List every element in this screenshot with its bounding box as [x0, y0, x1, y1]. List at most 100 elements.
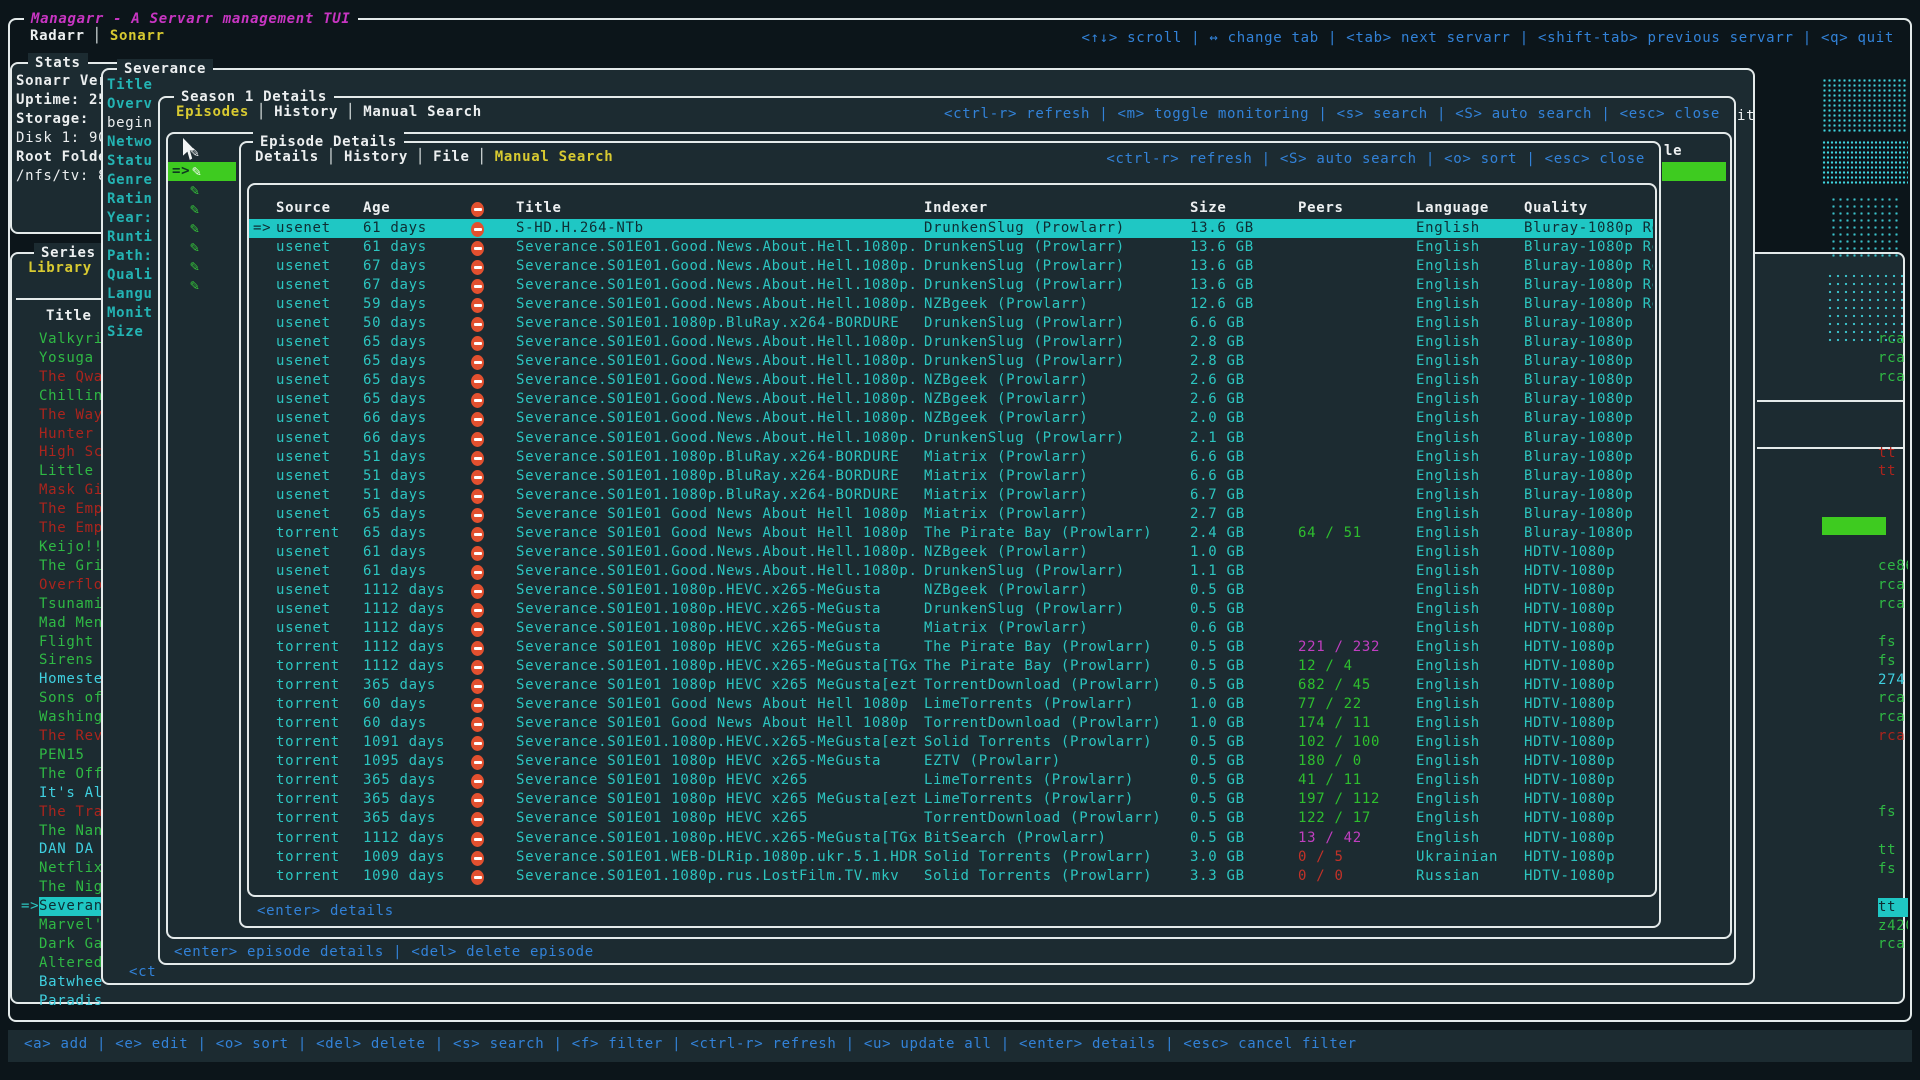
- release-row[interactable]: torrent1095 daysSeverance S01E01 1080p H…: [249, 752, 1653, 771]
- reject-icon: [471, 508, 484, 523]
- tab-season-history[interactable]: History: [274, 104, 338, 120]
- clipped-text-fragment: tt: [1878, 841, 1908, 860]
- peers-value: 0 / 5: [1298, 849, 1344, 865]
- clipped-text-fragment: tt: [1878, 444, 1908, 463]
- stats-panel-title: Stats: [28, 53, 88, 73]
- reject-icon: [471, 698, 484, 713]
- tab-details[interactable]: Details: [255, 149, 319, 165]
- clipped-border-line: [1757, 400, 1903, 402]
- season-footer-keybinds: <enter> episode details | <del> delete e…: [174, 944, 594, 960]
- release-row[interactable]: usenet67 daysSeverance.S01E01.Good.News.…: [249, 276, 1653, 295]
- reject-icon: [471, 793, 484, 808]
- reject-icon: [471, 546, 484, 561]
- column-header: Peers: [1298, 199, 1416, 218]
- tab-episodes[interactable]: Episodes: [176, 104, 249, 120]
- peers-value: 77 / 22: [1298, 696, 1362, 712]
- tab-sonarr[interactable]: Sonarr: [110, 28, 165, 44]
- release-row[interactable]: usenet51 daysSeverance.S01E01.1080p.BluR…: [249, 486, 1653, 505]
- release-row[interactable]: torrent365 daysSeverance S01E01 1080p HE…: [249, 771, 1653, 790]
- clipped-text-fragment: tt: [1878, 462, 1908, 481]
- release-row[interactable]: usenet65 daysSeverance.S01E01.Good.News.…: [249, 390, 1653, 409]
- tab-separator: │: [338, 104, 363, 120]
- selected-episode-row[interactable]: => ✎: [168, 162, 236, 181]
- tab-library[interactable]: Library: [28, 260, 92, 276]
- release-row[interactable]: usenet59 daysSeverance.S01E01.Good.News.…: [249, 295, 1653, 314]
- tab-episode-history[interactable]: History: [344, 149, 408, 165]
- tab-season-manual-search[interactable]: Manual Search: [363, 104, 482, 120]
- severance-field-label: Runti: [107, 228, 153, 247]
- peers-value: 180 / 0: [1298, 753, 1362, 769]
- tab-file[interactable]: File: [433, 149, 470, 165]
- release-row[interactable]: torrent1112 daysSeverance S01E01 1080p H…: [249, 638, 1653, 657]
- release-row[interactable]: torrent1091 daysSeverance.S01E01.1080p.H…: [249, 733, 1653, 752]
- release-row[interactable]: usenet65 daysSeverance.S01E01.Good.News.…: [249, 352, 1653, 371]
- release-row[interactable]: usenet65 daysSeverance.S01E01.Good.News.…: [249, 333, 1653, 352]
- severance-clipped-text: it: [1737, 108, 1755, 124]
- clipped-text-fragment: 274: [1878, 671, 1908, 690]
- release-row[interactable]: usenet51 daysSeverance.S01E01.1080p.BluR…: [249, 448, 1653, 467]
- release-row[interactable]: usenet67 daysSeverance.S01E01.Good.News.…: [249, 257, 1653, 276]
- release-row[interactable]: usenet51 daysSeverance.S01E01.1080p.BluR…: [249, 467, 1653, 486]
- season-tabs: Episodes│History│Manual Search: [176, 104, 482, 120]
- season-keybinds-hint: <ctrl-r> refresh | <m> toggle monitoring…: [944, 106, 1720, 122]
- release-row[interactable]: torrent365 daysSeverance S01E01 1080p HE…: [249, 809, 1653, 828]
- release-row[interactable]: torrent1009 daysSeverance.S01E01.WEB-DLR…: [249, 848, 1653, 867]
- tab-separator: │: [319, 149, 344, 165]
- severance-field-label: Quali: [107, 266, 153, 285]
- reject-icon: [471, 584, 484, 599]
- release-row[interactable]: usenet61 daysSeverance.S01E01.Good.News.…: [249, 543, 1653, 562]
- release-row[interactable]: torrent1112 daysSeverance.S01E01.1080p.H…: [249, 657, 1653, 676]
- clipped-text-fragment: rca: [1878, 708, 1908, 727]
- reject-icon: [471, 317, 484, 332]
- search-results-rows: =>usenet61 daysS-HD.H.264-NTbDrunkenSlug…: [249, 219, 1653, 886]
- peers-value: 13 / 42: [1298, 830, 1362, 846]
- release-row[interactable]: usenet65 daysSeverance S01E01 Good News …: [249, 505, 1653, 524]
- reject-icon: [471, 755, 484, 770]
- clipped-text-fragment: rca: [1878, 935, 1908, 954]
- release-row[interactable]: usenet1112 daysSeverance.S01E01.1080p.HE…: [249, 581, 1653, 600]
- reject-icon: [471, 774, 484, 789]
- release-row[interactable]: torrent1112 daysSeverance.S01E01.1080p.H…: [249, 829, 1653, 848]
- release-row[interactable]: usenet1112 daysSeverance.S01E01.1080p.HE…: [249, 600, 1653, 619]
- release-row[interactable]: usenet66 daysSeverance.S01E01.Good.News.…: [249, 429, 1653, 448]
- clipped-text-fragment: fs: [1878, 633, 1908, 652]
- stat-line: Disk 1: 90: [16, 129, 107, 148]
- release-row[interactable]: usenet66 daysSeverance.S01E01.Good.News.…: [249, 409, 1653, 428]
- peers-value: 0 / 0: [1298, 868, 1344, 884]
- release-row[interactable]: =>usenet61 daysS-HD.H.264-NTbDrunkenSlug…: [249, 219, 1653, 238]
- peers-value: 64 / 51: [1298, 525, 1362, 541]
- release-row[interactable]: usenet50 daysSeverance.S01E01.1080p.BluR…: [249, 314, 1653, 333]
- column-header: Indexer: [924, 199, 1190, 218]
- release-row[interactable]: torrent60 daysSeverance S01E01 Good News…: [249, 714, 1653, 733]
- release-row[interactable]: torrent1090 daysSeverance.S01E01.1080p.r…: [249, 867, 1653, 886]
- reject-icon: [471, 736, 484, 751]
- severance-field-label: Statu: [107, 152, 153, 171]
- peers-value: 221 / 232: [1298, 639, 1380, 655]
- release-row[interactable]: usenet61 daysSeverance.S01E01.Good.News.…: [249, 562, 1653, 581]
- reject-icon: [471, 527, 484, 542]
- series-item[interactable]: Paradis: [12, 992, 126, 1011]
- release-row[interactable]: usenet61 daysSeverance.S01E01.Good.News.…: [249, 238, 1653, 257]
- tab-radarr[interactable]: Radarr: [30, 28, 85, 44]
- tab-manual-search[interactable]: Manual Search: [495, 149, 614, 165]
- reject-icon: [471, 565, 484, 580]
- release-row[interactable]: usenet1112 daysSeverance.S01E01.1080p.HE…: [249, 619, 1653, 638]
- reject-icon: [471, 393, 484, 408]
- library-keybinds-hint: <a> add | <e> edit | <o> sort | <del> de…: [24, 1036, 1357, 1052]
- reject-icon: [471, 241, 484, 256]
- tab-separator: │: [85, 28, 110, 44]
- clipped-text-fragment: rca: [1878, 349, 1908, 368]
- release-row[interactable]: torrent65 daysSeverance S01E01 Good News…: [249, 524, 1653, 543]
- reject-icon: [471, 660, 484, 675]
- release-row[interactable]: torrent60 daysSeverance S01E01 Good News…: [249, 695, 1653, 714]
- reject-icon: [471, 298, 484, 313]
- release-row[interactable]: torrent365 daysSeverance S01E01 1080p HE…: [249, 676, 1653, 695]
- clipped-text-fragment: fs: [1878, 652, 1908, 671]
- episode-tabs: Details│History│File│Manual Search: [255, 149, 613, 165]
- peers-value: 12 / 4: [1298, 658, 1353, 674]
- release-row[interactable]: torrent365 daysSeverance S01E01 1080p HE…: [249, 790, 1653, 809]
- column-header: Size: [1190, 199, 1298, 218]
- reject-icon: [471, 489, 484, 504]
- severance-field-label: Genre: [107, 171, 153, 190]
- release-row[interactable]: usenet65 daysSeverance.S01E01.Good.News.…: [249, 371, 1653, 390]
